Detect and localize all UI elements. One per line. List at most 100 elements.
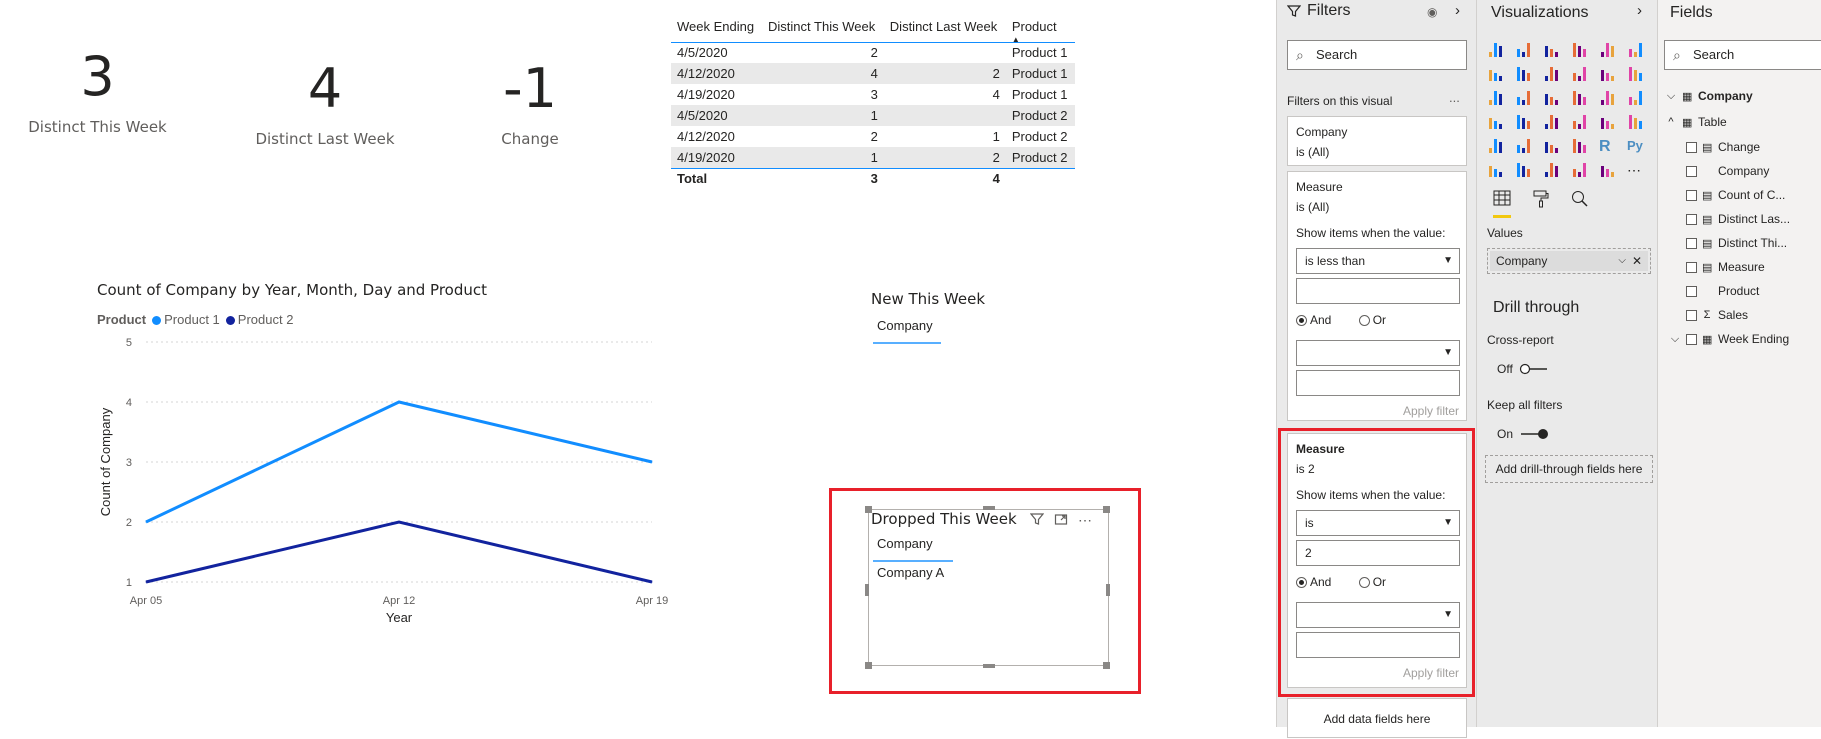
field-item[interactable]: ▤ Count of C... [1686, 188, 1785, 202]
smart-narrative-visual-icon[interactable] [1571, 162, 1587, 178]
ribbon-visual-icon[interactable] [1627, 66, 1643, 82]
add-data-fields-well[interactable]: Add data fields here [1287, 698, 1467, 738]
table-visual[interactable]: Week Ending Distinct This Week Distinct … [671, 12, 1075, 189]
table-row[interactable]: 4/5/2020 1 Product 2 [671, 105, 1075, 126]
matrix-visual-icon[interactable] [1571, 138, 1587, 154]
format-paint-roller-icon[interactable] [1533, 190, 1549, 218]
collapse-visualizations-icon[interactable]: › [1637, 2, 1642, 19]
remove-field-icon[interactable]: ✕ [1632, 251, 1642, 271]
funnel-visual-icon[interactable] [1515, 90, 1531, 106]
stacked-column-visual-icon[interactable] [1515, 42, 1531, 58]
filled-map-visual-icon[interactable] [1515, 114, 1531, 130]
card-change[interactable]: -1 Change [460, 62, 600, 149]
field-checkbox[interactable] [1686, 333, 1697, 345]
eye-icon[interactable]: ◉ [1427, 5, 1437, 19]
clustered-bar-visual-icon[interactable] [1543, 42, 1559, 58]
donut-visual-icon[interactable] [1599, 90, 1615, 106]
or-radio[interactable]: Or [1358, 313, 1386, 327]
line-chart[interactable]: 1 2 3 4 5 Apr 05 Apr 12 Apr 19 Year Count of Comp… [90, 330, 670, 660]
resize-handle[interactable] [1103, 662, 1110, 669]
col-header-distinct-this-week[interactable]: Distinct This Week [762, 12, 884, 43]
field-checkbox[interactable] [1686, 213, 1697, 225]
card-visual-icon[interactable] [1599, 114, 1615, 130]
cross-report-toggle[interactable]: Off [1497, 362, 1549, 376]
analytics-magnifier-icon[interactable] [1571, 190, 1589, 218]
col-header-week-ending[interactable]: Week Ending [671, 12, 763, 43]
filter-icon[interactable] [1029, 512, 1045, 529]
stacked-area-visual-icon[interactable] [1543, 66, 1559, 82]
key-influencers-visual-icon[interactable] [1487, 162, 1503, 178]
field-item[interactable]: ▤ Change [1686, 140, 1760, 154]
card-distinct-last-week[interactable]: 4 Distinct Last Week [230, 62, 420, 149]
shape-map-visual-icon[interactable] [1543, 114, 1559, 130]
clustered-column-visual-icon[interactable] [1571, 42, 1587, 58]
chevron-down-icon[interactable]: ⌵ [1618, 251, 1626, 271]
field-item[interactable]: ▤ Distinct Las... [1686, 212, 1790, 226]
line-clustered-visual-icon[interactable] [1599, 66, 1615, 82]
legend-item-product-1[interactable]: Product 1 [152, 312, 220, 327]
table-row[interactable]: 4/12/2020 2 1 Product 2 [671, 126, 1075, 147]
field-checkbox[interactable] [1686, 237, 1697, 249]
line-column-visual-icon[interactable] [1571, 66, 1587, 82]
filter-card-measure[interactable]: Measure is (All) Show items when the val… [1287, 171, 1467, 421]
field-item[interactable]: ▤ Measure [1686, 260, 1765, 274]
new-this-week-column-header[interactable]: Company [877, 318, 933, 333]
data-point[interactable] [651, 461, 653, 463]
pie-visual-icon[interactable] [1571, 90, 1587, 106]
table-row[interactable]: 4/19/2020 1 2 Product 2 [671, 147, 1075, 168]
field-checkbox[interactable] [1686, 189, 1697, 201]
field-checkbox[interactable] [1686, 165, 1697, 177]
python-visual-visual-icon[interactable]: Py [1627, 138, 1643, 154]
and-radio[interactable]: And [1296, 313, 1331, 327]
data-point[interactable] [398, 401, 400, 403]
treemap-visual-icon[interactable] [1627, 90, 1643, 106]
apply-filter-button[interactable]: Apply filter [1403, 404, 1459, 418]
resize-handle[interactable] [1103, 506, 1110, 513]
kpi-visual-icon[interactable] [1487, 138, 1503, 154]
line-visual-icon[interactable] [1487, 66, 1503, 82]
table-visual-icon[interactable] [1543, 138, 1559, 154]
r-visual-visual-icon[interactable]: R [1599, 138, 1615, 155]
data-point[interactable] [145, 521, 147, 523]
values-field-chip[interactable]: Company ⌵ ✕ [1490, 251, 1648, 271]
stacked-bar-visual-icon[interactable] [1487, 42, 1503, 58]
more-options-icon[interactable]: ⋯ [1078, 512, 1093, 529]
resize-handle[interactable] [865, 584, 869, 596]
field-checkbox[interactable] [1686, 309, 1697, 321]
more-visual-icon[interactable]: ⋯ [1627, 162, 1643, 178]
waterfall-visual-icon[interactable] [1487, 90, 1503, 106]
data-point[interactable] [145, 581, 147, 583]
100-bar-visual-icon[interactable] [1599, 42, 1615, 58]
field-item[interactable]: Company [1686, 164, 1769, 178]
focus-mode-icon[interactable] [1054, 512, 1068, 529]
table-row[interactable]: 4/5/2020 2 Product 1 [671, 42, 1075, 63]
resize-handle[interactable] [983, 664, 995, 668]
100-column-visual-icon[interactable] [1627, 42, 1643, 58]
add-drill-through-well[interactable]: Add drill-through fields here [1485, 455, 1653, 483]
table-company[interactable]: ⌵ ▦ Company [1666, 89, 1753, 103]
condition-dropdown-2[interactable]: ▼ [1296, 340, 1460, 366]
resize-handle[interactable] [1106, 584, 1110, 596]
slicer-visual-icon[interactable] [1515, 138, 1531, 154]
data-point[interactable] [651, 581, 653, 583]
filter-card-company[interactable]: Company is (All) [1287, 116, 1467, 166]
values-well[interactable]: Company ⌵ ✕ [1487, 248, 1651, 274]
field-item[interactable]: ⌵ ▦ Week Ending [1670, 332, 1789, 346]
filters-search-input[interactable]: ⌕ Search [1287, 40, 1467, 70]
field-checkbox[interactable] [1686, 141, 1697, 153]
gauge-visual-icon[interactable] [1571, 114, 1587, 130]
card-distinct-this-week[interactable]: 3 Distinct This Week [0, 50, 195, 137]
field-item[interactable]: Σ Sales [1686, 308, 1748, 322]
table-row[interactable]: 4/19/2020 3 4 Product 1 [671, 84, 1075, 105]
map-visual-icon[interactable] [1487, 114, 1503, 130]
col-header-distinct-last-week[interactable]: Distinct Last Week [883, 12, 1006, 43]
qa-visual-icon[interactable] [1543, 162, 1559, 178]
field-checkbox[interactable] [1686, 285, 1697, 297]
area-visual-icon[interactable] [1515, 66, 1531, 82]
col-header-product[interactable]: Product ▲ [1005, 12, 1075, 44]
field-item[interactable]: Product [1686, 284, 1759, 298]
multi-row-card-visual-icon[interactable] [1627, 114, 1643, 130]
decomposition-tree-visual-icon[interactable] [1515, 162, 1531, 178]
paginated-visual-icon[interactable] [1599, 162, 1615, 178]
condition-value-input[interactable] [1296, 278, 1460, 304]
